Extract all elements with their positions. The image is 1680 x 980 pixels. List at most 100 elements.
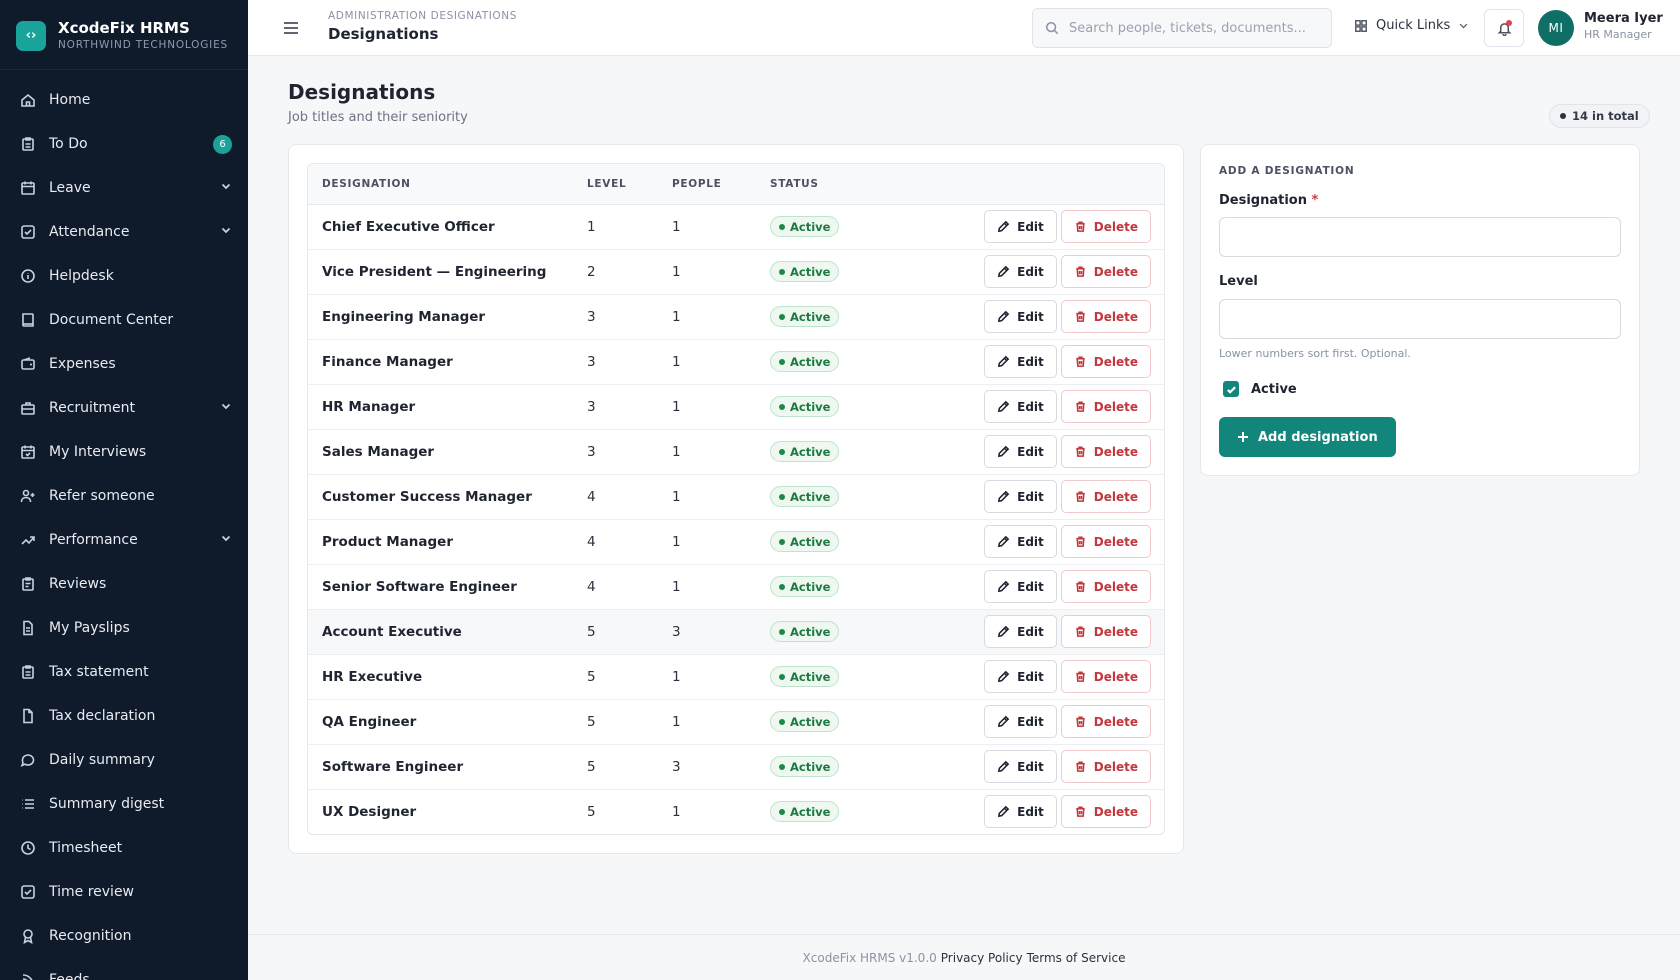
chevron-down-icon[interactable] — [220, 180, 232, 196]
edit-button[interactable]: Edit — [984, 255, 1057, 288]
form-heading: ADD A DESIGNATION — [1219, 165, 1355, 177]
delete-button[interactable]: Delete — [1060, 570, 1151, 603]
table-row: HR Executive 5 1 Active Edit Delete — [308, 654, 1164, 699]
edit-button[interactable]: Edit — [984, 210, 1057, 243]
add-designation-label: Add designation — [1258, 429, 1378, 445]
status-badge: Active — [770, 351, 840, 372]
sidebar-item-label: Leave — [49, 180, 91, 196]
hamburger-menu-icon[interactable] — [282, 19, 300, 37]
edit-button[interactable]: Edit — [984, 390, 1057, 423]
sidebar-item-document-center[interactable]: Document Center — [0, 298, 248, 342]
notifications-button[interactable] — [1484, 9, 1524, 47]
delete-button[interactable]: Delete — [1060, 480, 1151, 513]
designation-people: 3 — [672, 758, 681, 775]
avatar[interactable]: MI — [1538, 10, 1574, 46]
pencil-icon — [998, 355, 1010, 368]
rss-icon — [20, 972, 36, 980]
designation-people: 1 — [672, 668, 681, 685]
sidebar-item-label: Timesheet — [49, 840, 123, 856]
delete-button[interactable]: Delete — [1060, 210, 1151, 243]
status-dot-icon — [779, 673, 785, 680]
column-header-level: LEVEL — [573, 164, 658, 205]
sidebar-item-home[interactable]: Home — [0, 78, 248, 122]
edit-button[interactable]: Edit — [984, 300, 1057, 333]
clipboard-icon — [20, 136, 36, 152]
sidebar-item-refer-someone[interactable]: Refer someone — [0, 474, 248, 518]
designation-level: 5 — [587, 623, 596, 640]
delete-button[interactable]: Delete — [1060, 660, 1151, 693]
terms-of-service-link[interactable]: Terms of Service — [1027, 951, 1126, 965]
add-designation-button[interactable]: Add designation — [1219, 417, 1396, 457]
trash-icon — [1076, 401, 1085, 412]
designation-name: UX Designer — [322, 803, 417, 820]
edit-button[interactable]: Edit — [984, 480, 1057, 513]
edit-button[interactable]: Edit — [984, 435, 1057, 468]
edit-button[interactable]: Edit — [984, 525, 1057, 558]
sidebar-item-my-interviews[interactable]: My Interviews — [0, 430, 248, 474]
user-info[interactable]: Meera Iyer HR Manager — [1584, 11, 1663, 42]
file-icon — [20, 708, 36, 724]
wallet-icon — [20, 356, 36, 372]
level-input[interactable] — [1219, 299, 1621, 339]
sidebar-item-performance[interactable]: Performance — [0, 518, 248, 562]
delete-button[interactable]: Delete — [1060, 705, 1151, 738]
delete-button[interactable]: Delete — [1060, 255, 1151, 288]
pencil-icon — [998, 625, 1010, 638]
header-title: Designations — [328, 25, 439, 43]
sidebar-item-recognition[interactable]: Recognition — [0, 914, 248, 958]
edit-button[interactable]: Edit — [984, 615, 1057, 648]
delete-button[interactable]: Delete — [1060, 300, 1151, 333]
edit-button[interactable]: Edit — [984, 570, 1057, 603]
sidebar-item-recruitment[interactable]: Recruitment — [0, 386, 248, 430]
delete-button[interactable]: Delete — [1060, 390, 1151, 423]
sidebar-item-my-payslips[interactable]: My Payslips — [0, 606, 248, 650]
sidebar-item-tax-statement[interactable]: Tax statement — [0, 650, 248, 694]
sidebar-item-reviews[interactable]: Reviews — [0, 562, 248, 606]
designation-level: 4 — [587, 578, 596, 595]
edit-button[interactable]: Edit — [984, 705, 1057, 738]
sidebar-item-expenses[interactable]: Expenses — [0, 342, 248, 386]
dot-icon — [1560, 113, 1566, 119]
designation-input[interactable] — [1219, 217, 1621, 257]
table-row: Account Executive 5 3 Active Edit Delete — [308, 609, 1164, 654]
sidebar-item-timesheet[interactable]: Timesheet — [0, 826, 248, 870]
sidebar-item-attendance[interactable]: Attendance — [0, 210, 248, 254]
search-input[interactable] — [1069, 20, 1319, 36]
status-dot-icon — [779, 403, 785, 410]
edit-button[interactable]: Edit — [984, 660, 1057, 693]
designation-level: 3 — [587, 398, 596, 415]
edit-button[interactable]: Edit — [984, 345, 1057, 378]
chevron-down-icon[interactable] — [220, 224, 232, 240]
delete-button[interactable]: Delete — [1060, 750, 1151, 783]
sidebar-item-to-do[interactable]: To Do 6 — [0, 122, 248, 166]
active-checkbox-row[interactable]: Active — [1223, 381, 1297, 397]
chevron-down-icon[interactable] — [220, 532, 232, 548]
chevron-down-icon[interactable] — [220, 400, 232, 416]
sidebar-item-time-review[interactable]: Time review — [0, 870, 248, 914]
search-box[interactable] — [1032, 8, 1332, 48]
notification-dot — [1506, 20, 1512, 26]
designation-level: 4 — [587, 488, 596, 505]
edit-button[interactable]: Edit — [984, 750, 1057, 783]
sidebar-item-label: Recruitment — [49, 400, 136, 416]
delete-button[interactable]: Delete — [1060, 525, 1151, 558]
edit-button[interactable]: Edit — [984, 795, 1057, 829]
active-checkbox[interactable] — [1223, 381, 1239, 397]
delete-button[interactable]: Delete — [1060, 345, 1151, 378]
brand[interactable]: ‹› XcodeFix HRMS NORTHWIND TECHNOLOGIES — [0, 0, 248, 70]
delete-button[interactable]: Delete — [1060, 615, 1151, 648]
pencil-icon — [998, 445, 1010, 458]
sidebar-item-feeds[interactable]: Feeds — [0, 958, 248, 980]
sidebar-item-helpdesk[interactable]: Helpdesk — [0, 254, 248, 298]
sidebar-item-daily-summary[interactable]: Daily summary — [0, 738, 248, 782]
delete-button[interactable]: Delete — [1060, 795, 1151, 829]
sidebar-item-summary-digest[interactable]: Summary digest — [0, 782, 248, 826]
designation-name: Customer Success Manager — [322, 488, 532, 505]
sidebar-item-tax-declaration[interactable]: Tax declaration — [0, 694, 248, 738]
sidebar-item-leave[interactable]: Leave — [0, 166, 248, 210]
privacy-policy-link[interactable]: Privacy Policy — [941, 951, 1023, 965]
trash-icon — [1076, 671, 1085, 682]
quick-links-button[interactable]: Quick Links — [1354, 18, 1469, 33]
status-dot-icon — [779, 718, 785, 725]
delete-button[interactable]: Delete — [1060, 435, 1151, 468]
